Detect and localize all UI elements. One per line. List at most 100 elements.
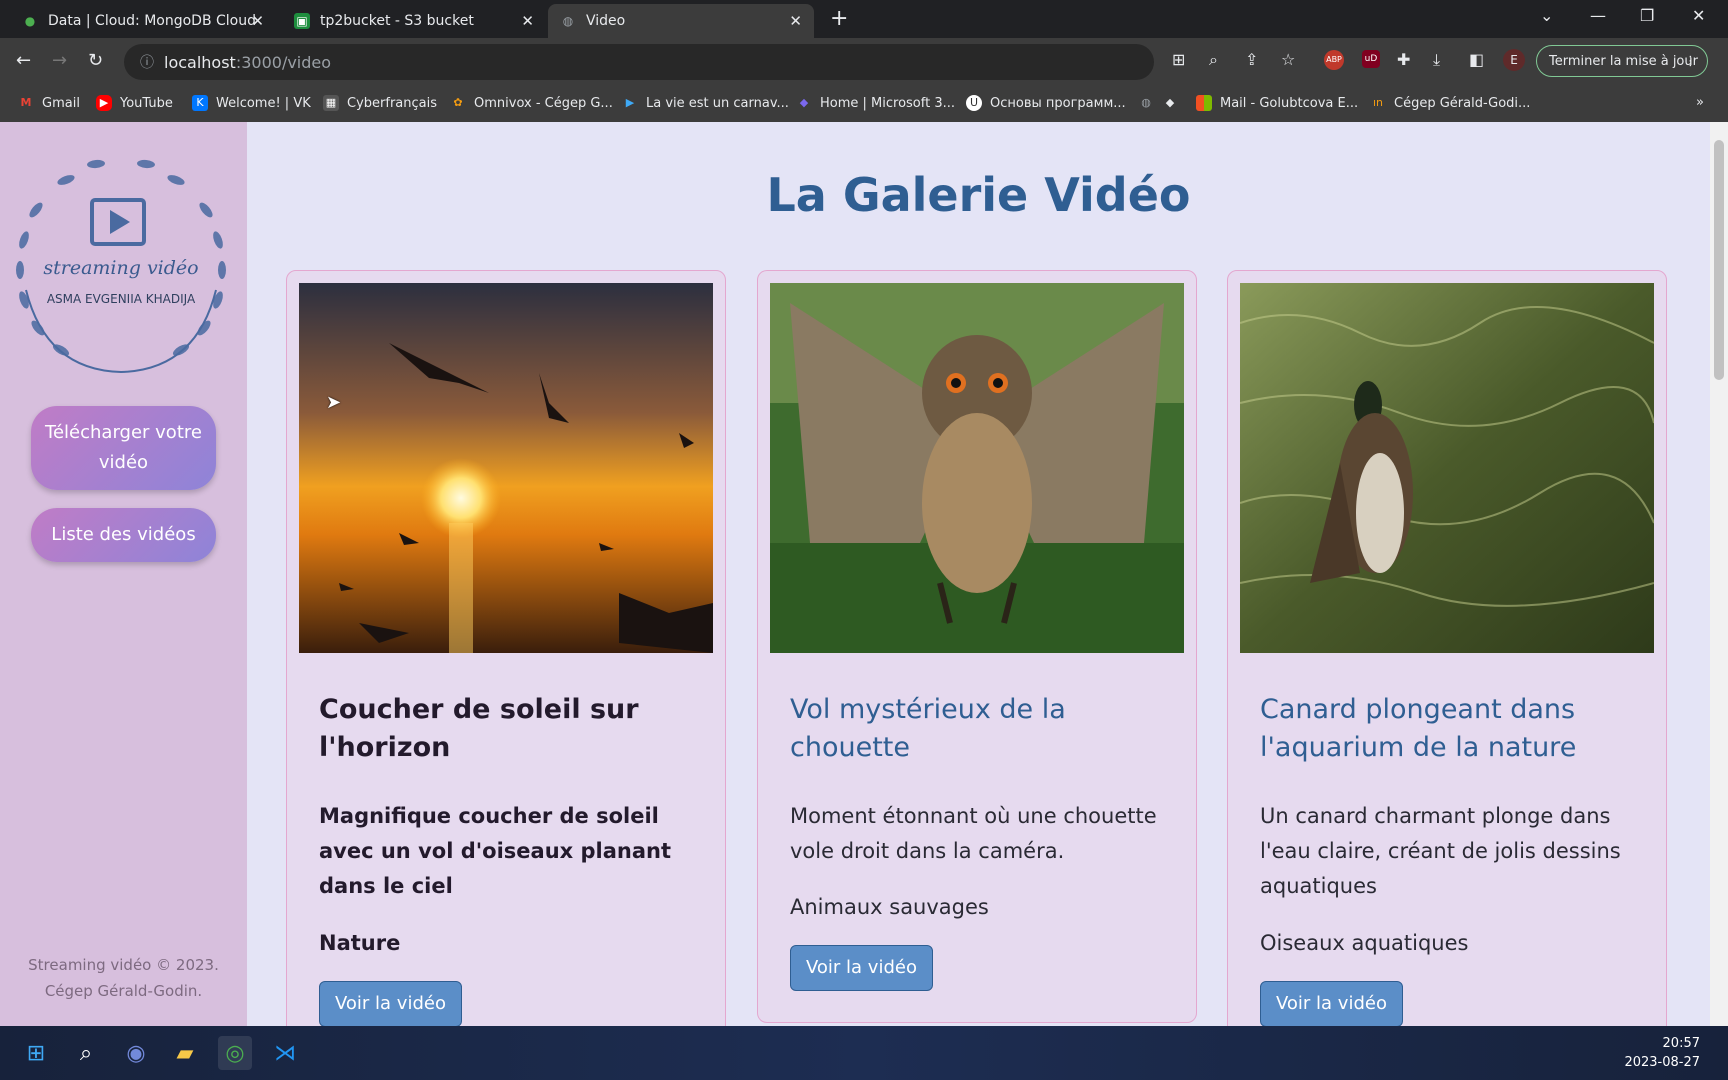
owl-flying-thumbnail[interactable] <box>770 283 1184 653</box>
omnivox-icon: ✿ <box>453 96 463 109</box>
site-info-icon[interactable]: ⓘ <box>140 52 154 72</box>
back-icon[interactable]: ← <box>16 50 31 71</box>
scrollbar-thumb[interactable] <box>1714 140 1724 380</box>
tab-mongodb[interactable]: ● Data | Cloud: MongoDB Cloud ✕ <box>10 4 276 38</box>
minimize-icon[interactable]: — <box>1590 6 1606 25</box>
close-tab-icon[interactable]: ✕ <box>251 12 264 30</box>
page-scrollbar[interactable] <box>1710 122 1728 1026</box>
vk-icon: K <box>192 95 208 111</box>
video-category: Animaux sauvages <box>790 895 989 919</box>
extensions-icon[interactable]: ✚ <box>1397 50 1410 69</box>
update-button[interactable]: Terminer la mise à jour ⋮ <box>1536 45 1708 77</box>
video-card: Canard plongeant dans l'aquarium de la n… <box>1227 270 1667 1026</box>
ublock-icon[interactable]: uD <box>1362 50 1380 68</box>
url-host: localhost <box>164 52 236 72</box>
gmail-icon: M <box>20 96 32 109</box>
bookmark-cegep[interactable]: ın Cégep Gérald-Godi... <box>1370 95 1530 111</box>
translate-icon[interactable]: ⊞ <box>1172 50 1185 69</box>
video-title: Coucher de soleil sur l'horizon <box>319 694 639 763</box>
tab-title: Video <box>586 13 626 29</box>
bookmark-globe[interactable]: ◍ <box>1138 95 1162 111</box>
update-label: Terminer la mise à jour <box>1549 53 1698 69</box>
bookmark-udemy[interactable]: U Основы программ... <box>966 95 1126 111</box>
restore-icon[interactable]: ❐ <box>1640 6 1654 25</box>
adblock-plus-icon[interactable]: ABP <box>1324 50 1344 70</box>
video-list-button[interactable]: Liste des vidéos <box>31 508 216 562</box>
footer-copyright: Streaming vidéo © 2023. <box>28 956 219 974</box>
bookmark-label: Gmail <box>42 95 80 111</box>
bookmark-mail[interactable]: Mail - Golubtcova E... <box>1196 95 1358 111</box>
chrome-icon[interactable]: ◎ <box>218 1036 252 1070</box>
bookmark-youtube[interactable]: ▶ YouTube <box>96 95 173 111</box>
profile-avatar[interactable]: E <box>1503 49 1525 71</box>
close-tab-icon[interactable]: ✕ <box>521 12 534 30</box>
bookmark-label: YouTube <box>120 95 173 111</box>
footer: Streaming vidéo © 2023. Cégep Gérald-God… <box>0 952 247 1004</box>
search-icon[interactable]: ⌕ <box>69 1036 103 1070</box>
more-bookmarks-icon[interactable]: » <box>1696 95 1704 110</box>
logo[interactable]: streaming vidéo ASMA EVGENIIA KHADIJA <box>6 150 236 380</box>
bookmark-cyberfrancais[interactable]: ▦ Cyberfrançais <box>323 95 437 111</box>
tab-video[interactable]: ◍ Video ✕ <box>548 4 814 38</box>
forward-icon[interactable]: → <box>52 50 67 71</box>
windows-start-icon[interactable]: ⊞ <box>19 1036 53 1070</box>
system-clock[interactable]: 20:57 2023-08-27 <box>1624 1034 1700 1072</box>
bookmark-diamond[interactable]: ◆ <box>1162 95 1186 111</box>
tab-title: Data | Cloud: MongoDB Cloud <box>48 13 256 29</box>
zoom-icon[interactable]: ⌕ <box>1209 50 1218 70</box>
bookmark-star-icon[interactable]: ☆ <box>1281 50 1295 69</box>
diamond-icon: ◆ <box>1165 96 1175 109</box>
more-menu-icon[interactable]: ⋮ <box>1684 54 1697 69</box>
close-tab-icon[interactable]: ✕ <box>789 12 802 30</box>
sidebar: streaming vidéo ASMA EVGENIIA KHADIJA Té… <box>0 122 247 1026</box>
footer-school: Cégep Gérald-Godin. <box>44 982 203 1000</box>
video-title: Canard plongeant dans l'aquarium de la n… <box>1260 694 1577 763</box>
video-description: Un canard charmant plonge dans l'eau cla… <box>1260 804 1621 898</box>
bookmark-label: Cégep Gérald-Godi... <box>1394 95 1531 111</box>
bookmark-label: Mail - Golubtcova E... <box>1220 95 1359 111</box>
vscode-icon[interactable]: ⋊ <box>268 1036 302 1070</box>
video-card: Vol mystérieux de la chouette Moment éto… <box>757 270 1197 1023</box>
side-panel-icon[interactable]: ◧ <box>1469 50 1484 69</box>
taskbar: ⊞ ⌕ ◉ ▰ ◎ ⋊ 20:57 2023-08-27 <box>0 1026 1728 1080</box>
s3-bucket-icon: ▣ <box>294 13 310 29</box>
discord-icon[interactable]: ◉ <box>119 1036 153 1070</box>
video-description: Magnifique coucher de soleil avec un vol… <box>319 804 672 898</box>
sunset-birds-thumbnail[interactable] <box>299 283 713 653</box>
download-icon[interactable]: ⤓ <box>1433 50 1440 70</box>
video-description: Moment étonnant où une chouette vole dro… <box>790 804 1157 863</box>
watch-video-button[interactable]: Voir la vidéo <box>790 945 933 991</box>
reload-icon[interactable]: ↻ <box>88 50 103 71</box>
bookmark-label: Welcome! | VK <box>216 95 311 111</box>
tab-s3-bucket[interactable]: ▣ tp2bucket - S3 bucket ✕ <box>282 4 546 38</box>
bookmark-label: Home | Microsoft 3... <box>820 95 955 111</box>
bookmark-microsoft[interactable]: ◆ Home | Microsoft 3... <box>796 95 955 111</box>
bookmark-la-vie[interactable]: ▶ La vie est un carnav... <box>622 95 789 111</box>
clock-date: 2023-08-27 <box>1624 1055 1700 1070</box>
bookmark-gmail[interactable]: M Gmail <box>18 95 80 111</box>
share-icon[interactable]: ⇪ <box>1245 50 1258 69</box>
bookmark-label: Omnivox - Cégep G... <box>474 95 613 111</box>
page-title: La Galerie Vidéo <box>766 168 1191 222</box>
file-explorer-icon[interactable]: ▰ <box>168 1036 202 1070</box>
duck-water-thumbnail[interactable] <box>1240 283 1654 653</box>
cegep-icon: ın <box>1372 96 1384 109</box>
bookmarks-bar: M Gmail ▶ YouTube K Welcome! | VK ▦ Cyberfra… <box>0 86 1728 122</box>
bookmark-vk[interactable]: K Welcome! | VK <box>192 95 311 111</box>
video-card: Coucher de soleil sur l'horizon Magnifiq… <box>286 270 726 1026</box>
watch-video-button[interactable]: Voir la vidéo <box>319 981 462 1026</box>
video-category: Nature <box>319 931 401 955</box>
logo-subtitle: ASMA EVGENIIA KHADIJA <box>47 292 196 306</box>
bookmark-omnivox[interactable]: ✿ Omnivox - Cégep G... <box>450 95 613 111</box>
watch-video-button[interactable]: Voir la vidéo <box>1260 981 1403 1026</box>
mouse-cursor-icon: ➤ <box>326 392 342 413</box>
microsoft-mail-icon <box>1196 95 1212 111</box>
address-bar[interactable]: ⓘ localhost:3000/video <box>124 44 1154 80</box>
video-title: Vol mystérieux de la chouette <box>790 694 1066 763</box>
url-path: :3000/video <box>235 52 332 72</box>
new-tab-icon[interactable]: + <box>830 6 848 31</box>
upload-video-button[interactable]: Télécharger votre vidéo <box>31 406 216 490</box>
close-window-icon[interactable]: ✕ <box>1692 6 1705 25</box>
play-icon: ▶ <box>625 96 635 109</box>
tab-search-icon[interactable]: ⌄ <box>1540 6 1553 25</box>
